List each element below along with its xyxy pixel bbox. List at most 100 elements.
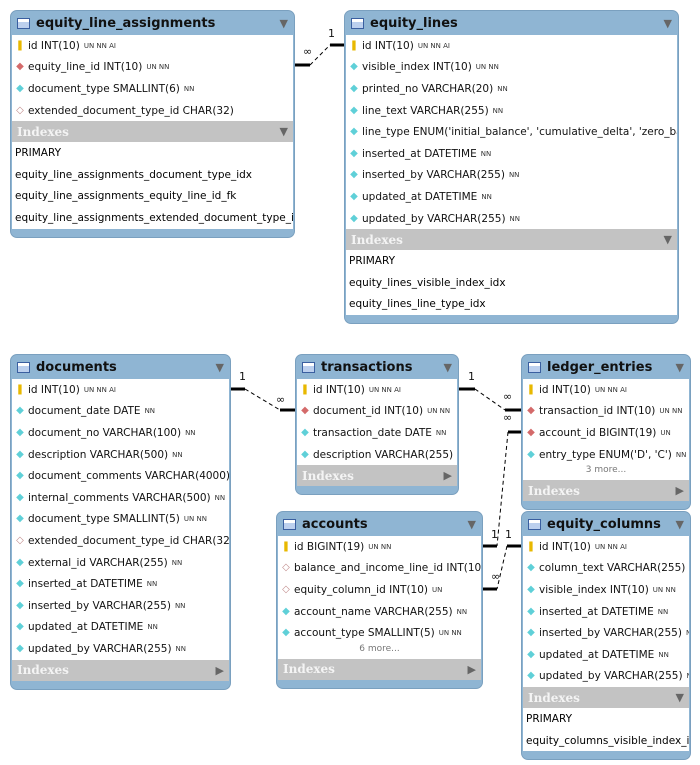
column-row[interactable]: ◆ document_type SMALLINT(6) NN	[12, 78, 293, 100]
table-equity-columns[interactable]: equity_columns ▼ ❚ id INT(10) UN NN AI ◆ colum…	[521, 511, 691, 761]
index-row[interactable]: PRIMARY	[523, 708, 689, 730]
column-row[interactable]: ◆ transaction_id INT(10) UN NN	[523, 401, 689, 423]
index-row[interactable]: equity_lines_line_type_idx	[346, 294, 677, 316]
column-row[interactable]: ◆ account_name VARCHAR(255) NN	[278, 601, 481, 623]
indexes-header[interactable]: Indexes ▼	[346, 229, 677, 251]
cardinality-label: ∞	[491, 570, 501, 583]
indexes-header[interactable]: Indexes ▶	[297, 465, 457, 487]
indexes-header[interactable]: Indexes ▶	[12, 659, 229, 681]
column-row[interactable]: ◇ equity_column_id INT(10) UN	[278, 579, 481, 601]
expand-arrow-icon[interactable]: ▶	[216, 664, 224, 677]
table-header[interactable]: equity_line_assignments ▼	[11, 11, 294, 35]
indexes-header[interactable]: Indexes ▶	[278, 658, 481, 680]
collapse-arrow-icon[interactable]: ▼	[280, 125, 288, 138]
column-row[interactable]: ❚ id INT(10) UN NN AI	[297, 379, 457, 401]
column-row[interactable]: ◆ description VARCHAR(500) NN	[12, 444, 229, 466]
column-row[interactable]: ◆ document_type SMALLINT(5) UN NN	[12, 509, 229, 531]
expand-arrow-icon[interactable]: ▶	[468, 663, 476, 676]
table-header[interactable]: equity_lines ▼	[345, 11, 678, 35]
column-row[interactable]: ◆updated_by VARCHAR(255)NN	[12, 638, 229, 660]
column-row[interactable]: ◇ balance_and_income_line_id INT(10)	[278, 558, 481, 580]
column-flags: NN	[175, 644, 187, 653]
column-row[interactable]: ◆ updated_at DATETIME NN	[523, 644, 689, 666]
key-icon: ❚	[15, 39, 25, 51]
column-flags: UN NN	[659, 407, 683, 416]
column-row[interactable]: ◆ account_id BIGINT(19) UN	[523, 422, 689, 444]
column-row[interactable]: ◆inserted_by VARCHAR(255)NN	[12, 595, 229, 617]
collapse-arrow-icon[interactable]: ▼	[676, 361, 684, 374]
table-header[interactable]: equity_columns ▼	[522, 512, 690, 536]
index-row[interactable]: PRIMARY	[12, 142, 293, 164]
column-row[interactable]: ◆ internal_comments VARCHAR(500) NN	[12, 487, 229, 509]
column-row[interactable]: ❚ id INT(10) UN NN AI	[12, 35, 293, 57]
collapse-arrow-icon[interactable]: ▼	[444, 361, 452, 374]
column-row[interactable]: ◆ entry_type ENUM('D', 'C') NN	[523, 444, 689, 466]
table-accounts[interactable]: accounts ▼ ❚ id BIGINT(19) UN NN ◇ balance_and…	[276, 511, 483, 689]
index-row[interactable]: equity_line_assignments_equity_line_id_f…	[12, 186, 293, 208]
column-row[interactable]: ◆inserted_by VARCHAR(255)NN	[346, 165, 677, 187]
indexes-header[interactable]: Indexes ▶	[523, 480, 689, 502]
column-row[interactable]: ◆ transaction_date DATE NN	[297, 422, 457, 444]
table-header[interactable]: transactions ▼	[296, 355, 458, 379]
column-row[interactable]: ◆document_comments VARCHAR(4000)NN	[12, 465, 229, 487]
column-row[interactable]: ◆ equity_line_id INT(10) UN NN	[12, 57, 293, 79]
collapse-arrow-icon[interactable]: ▼	[216, 361, 224, 374]
table-transactions[interactable]: transactions ▼ ❚ id INT(10) UN NN AI ◆ documen…	[295, 354, 459, 496]
column-row[interactable]: ◆updated_by VARCHAR(255)NN	[523, 666, 689, 688]
collapse-arrow-icon[interactable]: ▼	[280, 17, 288, 30]
indexes-header[interactable]: Indexes ▼	[523, 687, 689, 709]
collapse-arrow-icon[interactable]: ▼	[676, 518, 684, 531]
table-header[interactable]: documents ▼	[11, 355, 230, 379]
collapse-arrow-icon[interactable]: ▼	[664, 17, 672, 30]
expand-arrow-icon[interactable]: ▶	[676, 484, 684, 497]
column-row[interactable]: ❚ id BIGINT(19) UN NN	[278, 536, 481, 558]
column-flags: NN	[480, 149, 492, 158]
column-row[interactable]: ◆description VARCHAR(255)NN	[297, 444, 457, 466]
column-row[interactable]: ◆ inserted_at DATETIME NN	[12, 573, 229, 595]
table-documents[interactable]: documents ▼ ❚ id INT(10) UN NN AI ◆ document_d…	[10, 354, 231, 690]
column-row[interactable]: ❚ id INT(10) UN NN AI	[346, 35, 677, 57]
column-row[interactable]: ◆ external_id VARCHAR(255) NN	[12, 552, 229, 574]
column-row[interactable]: ◆inserted_by VARCHAR(255)NN	[523, 622, 689, 644]
column-row[interactable]: ◆ visible_index INT(10) UN NN	[346, 57, 677, 79]
index-row[interactable]: equity_lines_visible_index_idx	[346, 272, 677, 294]
column-row[interactable]: ◆ line_text VARCHAR(255) NN	[346, 100, 677, 122]
column-row[interactable]: ◆updated_by VARCHAR(255)NN	[346, 208, 677, 230]
column-row[interactable]: ◆ document_date DATE NN	[12, 401, 229, 423]
column-row[interactable]: ◆ printed_no VARCHAR(20) NN	[346, 78, 677, 100]
column-row[interactable]: ◆ account_type SMALLINT(5) UN NN	[278, 622, 481, 644]
column-row[interactable]: ◆ updated_at DATETIME NN	[346, 186, 677, 208]
column-row[interactable]: ❚ id INT(10) UN NN AI	[523, 379, 689, 401]
table-equity-lines[interactable]: equity_lines ▼ ❚ id INT(10) UN NN AI ◆ visible…	[344, 10, 679, 325]
column-row[interactable]: ◆ inserted_at DATETIME NN	[346, 143, 677, 165]
column-row[interactable]: ◆ inserted_at DATETIME NN	[523, 601, 689, 623]
column-row[interactable]: ◆ updated_at DATETIME NN	[12, 617, 229, 639]
column-row[interactable]: ◆column_text VARCHAR(255)NN	[523, 558, 689, 580]
column-row[interactable]: ❚ id INT(10) UN NN AI	[12, 379, 229, 401]
table-ledger-entries[interactable]: ledger_entries ▼ ❚ id INT(10) UN NN AI ◆ trans…	[521, 354, 691, 511]
column-row[interactable]: ◆ line_type ENUM('initial_balance', 'cumu…	[346, 121, 677, 143]
column-row[interactable]: ❚ id INT(10) UN NN AI	[523, 536, 689, 558]
column-row[interactable]: ◆ document_id INT(10) UN NN	[297, 401, 457, 423]
foreign-key-icon: ◆	[301, 405, 309, 417]
indexes-label: Indexes	[528, 483, 580, 498]
column-row[interactable]: ◇ extended_document_type_id CHAR(32)	[12, 100, 293, 122]
column-row[interactable]: ◆ document_no VARCHAR(100) NN	[12, 422, 229, 444]
column-row[interactable]: ◆ visible_index INT(10) UN NN	[523, 579, 689, 601]
collapse-arrow-icon[interactable]: ▼	[468, 518, 476, 531]
table-header[interactable]: ledger_entries ▼	[522, 355, 690, 379]
expand-arrow-icon[interactable]: ▶	[444, 469, 452, 482]
index-row[interactable]: equity_line_assignments_document_type_id…	[12, 164, 293, 186]
column-row[interactable]: ◇ extended_document_type_id CHAR(32)	[12, 530, 229, 552]
collapse-arrow-icon[interactable]: ▼	[664, 233, 672, 246]
index-row[interactable]: PRIMARY	[346, 250, 677, 272]
indexes-header[interactable]: Indexes ▼	[12, 121, 293, 143]
index-row[interactable]: equity_columns_visible_index_idx	[523, 730, 689, 752]
more-columns-link[interactable]: 3 more...	[523, 465, 689, 480]
table-equity-line-assignments[interactable]: equity_line_assignments ▼ ❚ id INT(10) UN NN…	[10, 10, 295, 238]
more-columns-link[interactable]: 6 more...	[278, 644, 481, 659]
column-name: external_id VARCHAR(255)	[28, 556, 168, 569]
collapse-arrow-icon[interactable]: ▼	[676, 691, 684, 704]
index-row[interactable]: equity_line_assignments_extended_documen…	[12, 207, 293, 229]
table-header[interactable]: accounts ▼	[277, 512, 482, 536]
